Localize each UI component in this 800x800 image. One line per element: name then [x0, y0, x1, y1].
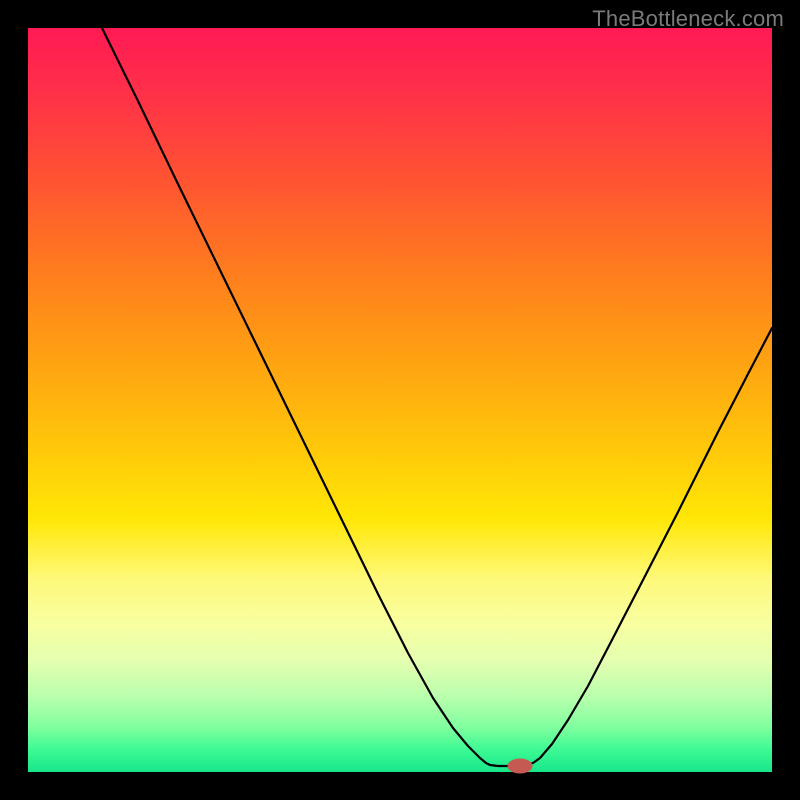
outer-frame: TheBottleneck.com: [0, 0, 800, 800]
chart-svg: [28, 28, 772, 772]
minimum-marker: [508, 759, 532, 773]
bottleneck-curve: [102, 28, 772, 766]
plot-area: [28, 28, 772, 772]
